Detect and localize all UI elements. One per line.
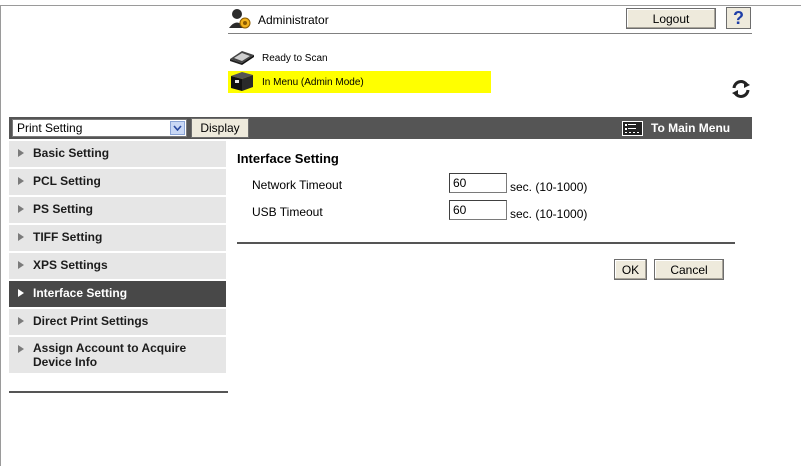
sidebar-item-xps-settings[interactable]: XPS Settings: [9, 253, 226, 281]
triangle-right-icon: [18, 317, 24, 325]
scan-status: Ready to Scan: [228, 49, 328, 67]
sidebar-item-tiff-setting[interactable]: TIFF Setting: [9, 225, 226, 253]
refresh-icon: [730, 80, 752, 102]
page-title: Interface Setting: [237, 151, 339, 166]
setting-select-value: Print Setting: [17, 121, 83, 135]
help-icon: ?: [733, 7, 744, 28]
sidebar-item-basic-setting[interactable]: Basic Setting: [9, 141, 226, 169]
sidebar-item-label: Basic Setting: [33, 146, 110, 160]
sidebar-item-label: TIFF Setting: [33, 230, 103, 244]
user-info: Administrator: [228, 8, 329, 33]
top-border: [0, 5, 801, 6]
sidebar-divider: [9, 391, 228, 393]
to-main-menu-label: To Main Menu: [651, 121, 731, 135]
sidebar-item-ps-setting[interactable]: PS Setting: [9, 197, 226, 225]
header-divider: [228, 33, 752, 34]
mode-status: In Menu (Admin Mode): [228, 71, 491, 93]
user-label: Administrator: [258, 13, 329, 27]
triangle-right-icon: [18, 233, 24, 241]
cancel-button[interactable]: Cancel: [654, 259, 724, 280]
sidebar-item-label: XPS Settings: [33, 258, 108, 272]
usb-timeout-unit: sec. (10-1000): [510, 207, 588, 221]
network-timeout-input[interactable]: [449, 173, 507, 193]
chevron-down-icon[interactable]: [170, 121, 185, 135]
sidebar-item-label: Assign Account to Acquire Device Info: [33, 341, 187, 369]
sidebar-item-label: Interface Setting: [33, 286, 128, 300]
usb-timeout-input[interactable]: [449, 200, 507, 220]
scanner-icon: [228, 49, 256, 68]
mode-status-text: In Menu (Admin Mode): [262, 76, 364, 88]
logout-button[interactable]: Logout: [626, 8, 716, 29]
triangle-right-icon: [18, 177, 24, 185]
triangle-right-icon: [18, 345, 24, 353]
main-menu-icon: [622, 120, 643, 136]
triangle-right-icon: [18, 289, 24, 297]
sidebar-item-label: PS Setting: [33, 202, 94, 216]
sidebar-item-pcl-setting[interactable]: PCL Setting: [9, 169, 226, 197]
display-button[interactable]: Display: [191, 118, 249, 138]
usb-timeout-label: USB Timeout: [252, 205, 323, 219]
sidebar-item-interface-setting[interactable]: Interface Setting: [9, 281, 226, 309]
content-divider: [237, 242, 735, 244]
sidebar-item-assign-account[interactable]: Assign Account to Acquire Device Info: [9, 337, 226, 375]
to-main-menu-link[interactable]: To Main Menu: [622, 118, 730, 138]
scan-status-text: Ready to Scan: [262, 52, 328, 64]
triangle-right-icon: [18, 149, 24, 157]
administrator-icon: [228, 8, 252, 33]
sidebar-item-label: PCL Setting: [33, 174, 101, 188]
help-button[interactable]: ?: [726, 7, 751, 29]
setting-select[interactable]: Print Setting: [12, 119, 187, 137]
sidebar-item-direct-print-settings[interactable]: Direct Print Settings: [9, 309, 226, 337]
network-timeout-label: Network Timeout: [252, 178, 343, 192]
triangle-right-icon: [18, 261, 24, 269]
network-timeout-unit: sec. (10-1000): [510, 180, 588, 194]
refresh-button[interactable]: [730, 79, 752, 99]
sidebar: Basic Setting PCL Setting PS Setting TIF…: [9, 141, 226, 375]
printer-icon: [228, 70, 256, 95]
triangle-right-icon: [18, 205, 24, 213]
sidebar-item-label: Direct Print Settings: [33, 314, 149, 328]
left-border: [0, 5, 1, 466]
ok-button[interactable]: OK: [614, 259, 647, 280]
